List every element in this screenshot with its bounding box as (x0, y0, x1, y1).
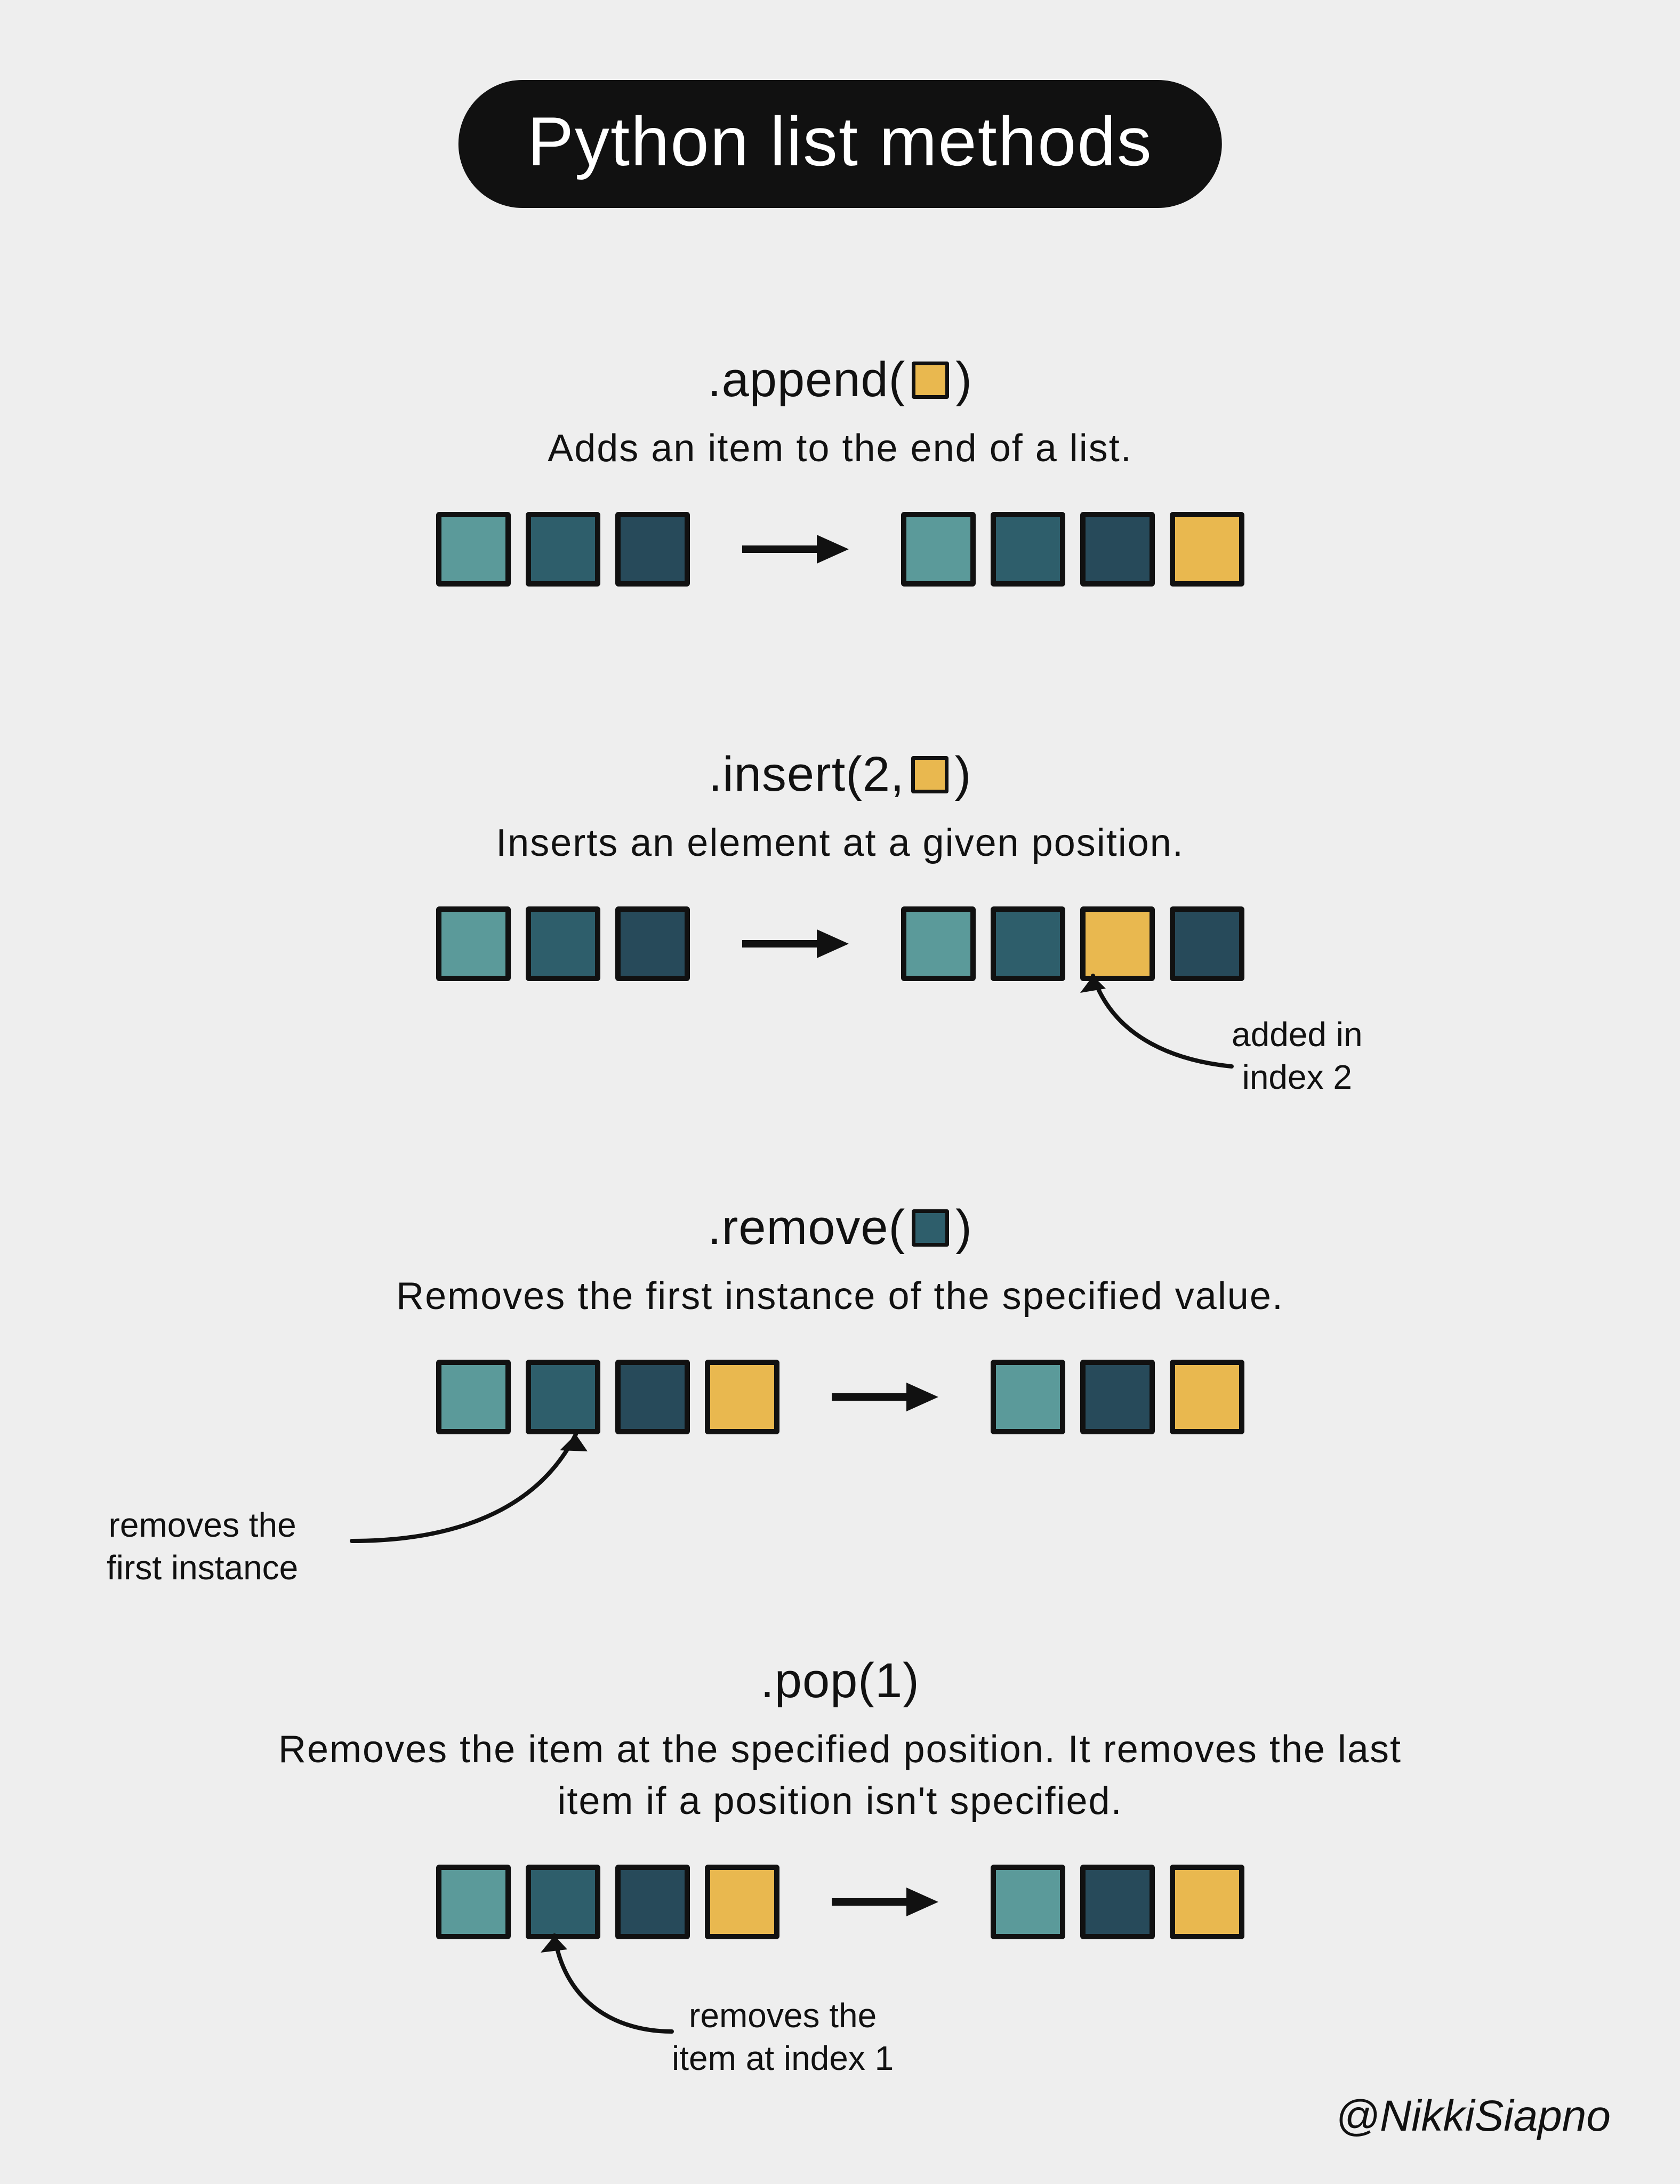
sig-text: .remove( (708, 1200, 905, 1256)
arrow-icon (832, 1883, 938, 1921)
pop-signature: .pop(1) (760, 1653, 920, 1709)
author-credit: @NikkiSiapno (1336, 2091, 1611, 2141)
square-icon (911, 756, 948, 793)
square-icon (912, 362, 949, 399)
pop-row (0, 1865, 1680, 1939)
box-icon (705, 1360, 779, 1434)
section-remove: .remove( ) Removes the first instance of… (0, 1200, 1680, 1434)
annot-line: removes the (689, 1996, 877, 2035)
append-desc: Adds an item to the end of a list. (0, 423, 1680, 475)
box-icon (436, 1865, 511, 1939)
callout-arrow-icon (1072, 960, 1253, 1082)
box-icon (1080, 512, 1155, 587)
box-icon (436, 512, 511, 587)
sig-text: ) (955, 1200, 972, 1256)
box-icon (901, 512, 976, 587)
sig-text: .insert(2, (709, 746, 905, 802)
sig-text: ) (955, 352, 972, 408)
box-icon (1170, 1360, 1244, 1434)
pop-annotation: removes the item at index 1 (672, 1994, 894, 2079)
annot-line: index 2 (1242, 1058, 1352, 1096)
box-icon (615, 1360, 690, 1434)
box-icon (991, 1360, 1065, 1434)
box-icon (705, 1865, 779, 1939)
arrow-icon (832, 1378, 938, 1416)
sig-text: .pop(1) (760, 1653, 920, 1709)
remove-row (0, 1360, 1680, 1434)
box-icon (1080, 1865, 1155, 1939)
insert-signature: .insert(2, ) (709, 746, 972, 802)
box-icon (1170, 1865, 1244, 1939)
remove-signature: .remove( ) (708, 1200, 972, 1256)
insert-annotation: added in index 2 (1232, 1013, 1363, 1098)
annot-line: item at index 1 (672, 2039, 894, 2077)
box-icon (901, 906, 976, 981)
page: Python list methods .append( ) Adds an i… (0, 0, 1680, 2184)
box-icon (1170, 512, 1244, 587)
insert-row (0, 906, 1680, 981)
arrow-icon (742, 925, 849, 962)
box-icon (526, 512, 600, 587)
sig-text: .append( (708, 352, 905, 408)
box-icon (615, 906, 690, 981)
annot-line: first instance (107, 1548, 298, 1587)
box-icon (991, 1865, 1065, 1939)
box-icon (991, 512, 1065, 587)
pop-desc: Removes the item at the specified positi… (254, 1724, 1427, 1827)
arrow-icon (742, 531, 849, 568)
box-icon (1080, 1360, 1155, 1434)
box-icon (526, 906, 600, 981)
insert-desc: Inserts an element at a given position. (0, 817, 1680, 869)
page-title: Python list methods (458, 80, 1221, 208)
section-insert: .insert(2, ) Inserts an element at a giv… (0, 746, 1680, 981)
box-icon (991, 906, 1065, 981)
square-icon (912, 1209, 949, 1247)
callout-arrow-icon (331, 1413, 608, 1552)
section-append: .append( ) Adds an item to the end of a … (0, 352, 1680, 587)
annot-line: removes the (109, 1506, 296, 1544)
append-signature: .append( ) (708, 352, 972, 408)
box-icon (436, 906, 511, 981)
annot-line: added in (1232, 1015, 1363, 1054)
remove-annotation: removes the first instance (107, 1504, 298, 1589)
box-icon (615, 512, 690, 587)
remove-desc: Removes the first instance of the specif… (0, 1271, 1680, 1322)
section-pop: .pop(1) Removes the item at the specifie… (0, 1653, 1680, 1939)
append-row (0, 512, 1680, 587)
sig-text: ) (955, 746, 972, 802)
